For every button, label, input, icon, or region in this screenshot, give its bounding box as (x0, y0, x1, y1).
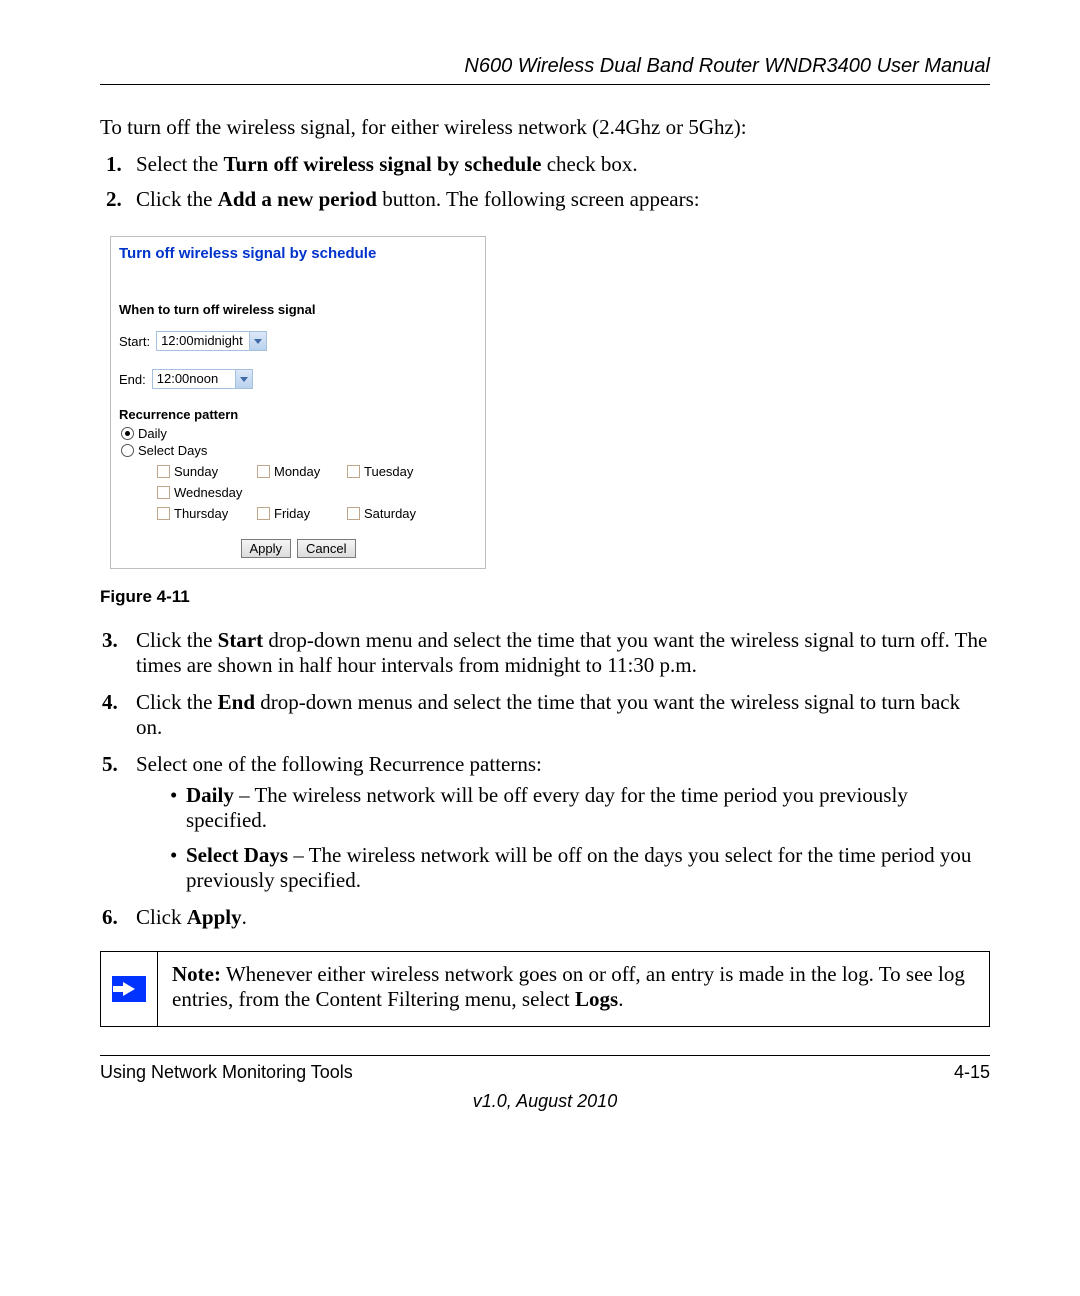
day-label: Sunday (174, 464, 218, 479)
days-grid: Sunday Monday Tuesday Wednesday Thursday… (157, 464, 477, 521)
note-logs-bold: Logs (575, 987, 618, 1011)
radio-daily-label: Daily (138, 426, 167, 441)
note-text: Note: Whenever either wireless network g… (158, 952, 989, 1026)
note-bold: Note: (172, 962, 221, 986)
recurrence-options: Daily – The wireless network will be off… (136, 783, 990, 893)
day-sunday[interactable]: Sunday (157, 464, 257, 479)
step-1-post: check box. (541, 152, 637, 176)
day-tuesday[interactable]: Tuesday (347, 464, 437, 479)
day-wednesday[interactable]: Wednesday (157, 485, 257, 500)
radio-selectdays-label: Select Days (138, 443, 207, 458)
step-1-bold: Turn off wireless signal by schedule (223, 152, 541, 176)
step-6: Click Apply. (132, 905, 990, 930)
step-6-post: . (242, 905, 247, 929)
step-4: Click the End drop-down menus and select… (132, 690, 990, 740)
bullet-daily-tail: – The wireless network will be off every… (186, 783, 908, 832)
cancel-button[interactable]: Cancel (297, 539, 355, 558)
end-row: End: 12:00noon (119, 369, 477, 389)
bullet-selectdays-bold: Select Days (186, 843, 288, 867)
recurrence-label: Recurrence pattern (119, 407, 477, 422)
footer: Using Network Monitoring Tools 4-15 (100, 1062, 990, 1083)
note-body-1: Whenever either wireless network goes on… (172, 962, 965, 1011)
checkbox-icon[interactable] (157, 507, 170, 520)
start-value: 12:00midnight (157, 332, 249, 350)
footer-rule (100, 1055, 990, 1056)
day-label: Monday (274, 464, 320, 479)
checkbox-icon[interactable] (157, 465, 170, 478)
note-body-2: . (618, 987, 623, 1011)
when-label: When to turn off wireless signal (119, 302, 477, 317)
end-dropdown-btn[interactable] (235, 370, 252, 388)
step-4-bold: End (218, 690, 255, 714)
steps-top: 1. Select the Turn off wireless signal b… (100, 152, 990, 212)
radio-selectdays-row[interactable]: Select Days (121, 443, 477, 458)
checkbox-icon[interactable] (257, 465, 270, 478)
checkbox-icon[interactable] (347, 465, 360, 478)
note-icon-cell (101, 952, 158, 1026)
radio-daily-row[interactable]: Daily (121, 426, 477, 441)
bullet-selectdays-tail: – The wireless network will be off on th… (186, 843, 971, 892)
step-6-pre: Click (136, 905, 187, 929)
chevron-down-icon (240, 377, 248, 382)
checkbox-icon[interactable] (257, 507, 270, 520)
day-label: Tuesday (364, 464, 413, 479)
step-2-bold: Add a new period (218, 187, 377, 211)
footer-page-number: 4-15 (954, 1062, 990, 1083)
header-rule (100, 84, 990, 85)
start-dropdown-btn[interactable] (249, 332, 266, 350)
start-row: Start: 12:00midnight (119, 331, 477, 351)
note-box: Note: Whenever either wireless network g… (100, 951, 990, 1027)
step-4-pre: Click the (136, 690, 218, 714)
day-label: Friday (274, 506, 310, 521)
checkbox-icon[interactable] (347, 507, 360, 520)
day-saturday[interactable]: Saturday (347, 506, 437, 521)
step-5: Select one of the following Recurrence p… (132, 752, 990, 893)
end-value: 12:00noon (153, 370, 235, 388)
bullet-daily: Daily – The wireless network will be off… (170, 783, 990, 833)
end-select[interactable]: 12:00noon (152, 369, 253, 389)
step-3-bold: Start (218, 628, 264, 652)
footer-left: Using Network Monitoring Tools (100, 1062, 353, 1083)
day-friday[interactable]: Friday (257, 506, 347, 521)
step-4-post: drop-down menus and select the time that… (136, 690, 960, 739)
day-label: Thursday (174, 506, 228, 521)
step-2-pre: Click the (136, 187, 218, 211)
checkbox-icon[interactable] (157, 486, 170, 499)
step-5-text: Select one of the following Recurrence p… (136, 752, 542, 776)
figure-caption: Figure 4-11 (100, 587, 990, 607)
step-2-post: button. The following screen appears: (377, 187, 700, 211)
step-1-pre: Select the (136, 152, 223, 176)
end-label: End: (119, 372, 146, 387)
apply-button[interactable]: Apply (241, 539, 292, 558)
step-1: 1. Select the Turn off wireless signal b… (132, 152, 990, 177)
page-header: N600 Wireless Dual Band Router WNDR3400 … (100, 55, 990, 84)
footer-version: v1.0, August 2010 (100, 1091, 990, 1112)
start-select[interactable]: 12:00midnight (156, 331, 267, 351)
day-label: Saturday (364, 506, 416, 521)
arrow-right-icon (112, 976, 146, 1002)
step-6-bold: Apply (187, 905, 242, 929)
step-3-pre: Click the (136, 628, 218, 652)
radio-daily[interactable] (121, 427, 134, 440)
schedule-dialog: Turn off wireless signal by schedule Whe… (110, 236, 486, 569)
steps-bottom: Click the Start drop-down menu and selec… (100, 628, 990, 930)
radio-selectdays[interactable] (121, 444, 134, 457)
intro-text: To turn off the wireless signal, for eit… (100, 115, 990, 140)
step-3-post: drop-down menu and select the time that … (136, 628, 987, 677)
chevron-down-icon (254, 339, 262, 344)
day-label: Wednesday (174, 485, 242, 500)
start-label: Start: (119, 334, 150, 349)
bullet-daily-bold: Daily (186, 783, 234, 807)
day-thursday[interactable]: Thursday (157, 506, 257, 521)
dialog-title: Turn off wireless signal by schedule (119, 245, 477, 262)
dialog-buttons: Apply Cancel (119, 539, 477, 558)
step-2: 2. Click the Add a new period button. Th… (132, 187, 990, 212)
step-3: Click the Start drop-down menu and selec… (132, 628, 990, 678)
bullet-selectdays: Select Days – The wireless network will … (170, 843, 990, 893)
day-monday[interactable]: Monday (257, 464, 347, 479)
